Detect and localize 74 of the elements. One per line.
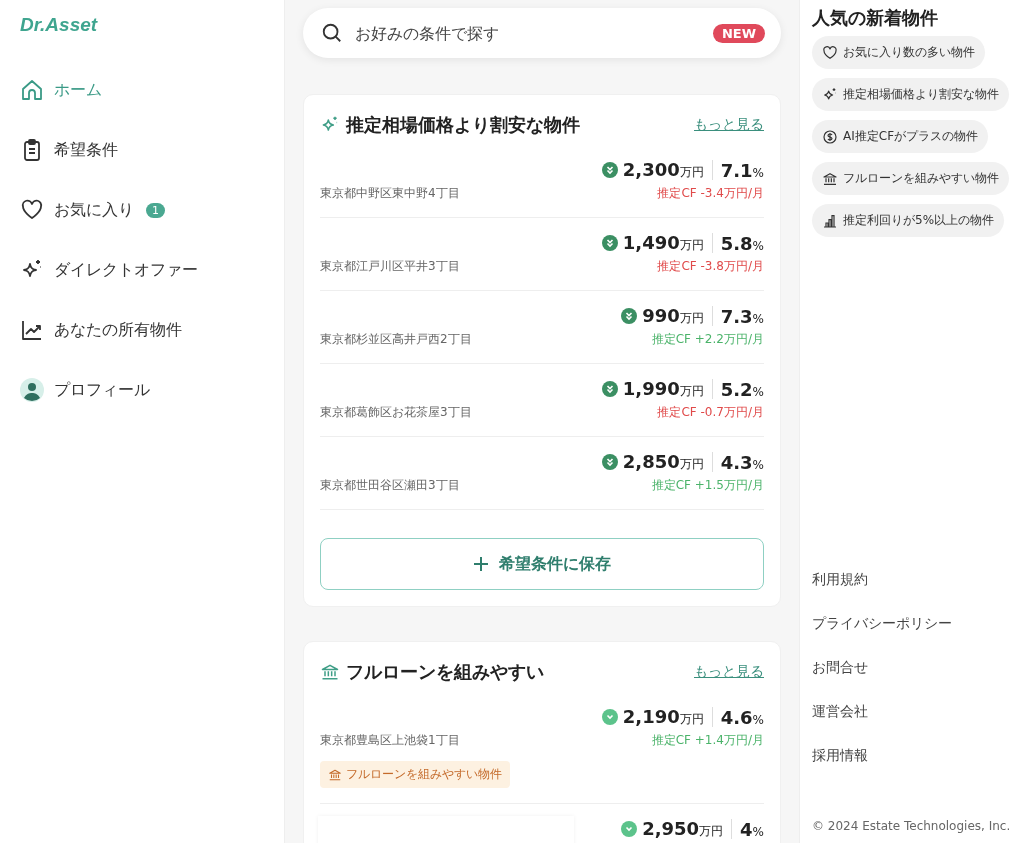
price: 1,990万円 xyxy=(622,378,704,400)
price-down-icon xyxy=(621,821,638,837)
search-field[interactable]: お好みの条件で探す xyxy=(353,22,703,44)
cash-flow: 推定CF +1.5万円/月 xyxy=(650,477,764,494)
price: 2,850万円 xyxy=(622,451,704,473)
nav-item[interactable]: お気に入り 1 xyxy=(20,194,264,226)
home-icon xyxy=(20,78,44,102)
search-icon xyxy=(321,22,343,44)
address: 東京都豊島区上池袋1丁目 xyxy=(320,732,461,749)
yield-rate: 4.6% xyxy=(720,706,764,728)
heart-icon xyxy=(822,44,838,61)
price: 2,300万円 xyxy=(622,159,704,181)
cash-flow: 推定CF +1.4万円/月 xyxy=(650,732,764,749)
filter-chip[interactable]: 推定利回りが5%以上の物件 xyxy=(812,204,1005,237)
cash-flow: 推定CF +2.2万円/月 xyxy=(650,331,764,348)
nav-item[interactable]: ホーム xyxy=(20,74,264,106)
avatar-icon xyxy=(20,378,44,402)
nav-item[interactable]: あなたの所有物件 xyxy=(20,314,264,346)
sparkle-icon xyxy=(822,86,838,103)
address: 東京都葛飾区お花茶屋3丁目 xyxy=(320,404,473,421)
yield-rate: 5.2% xyxy=(720,378,764,400)
footer-link[interactable]: 利用規約 xyxy=(812,571,868,589)
price-down-icon xyxy=(621,308,638,324)
price: 990万円 xyxy=(642,305,704,327)
bank-icon xyxy=(320,662,340,682)
yield-rate: 7.1% xyxy=(720,159,764,181)
new-badge: NEW xyxy=(712,23,765,43)
price-down-icon xyxy=(601,709,618,725)
bar-chart-icon xyxy=(822,212,838,229)
footer-link[interactable]: 採用情報 xyxy=(812,747,868,765)
price: 2,950万円 xyxy=(642,818,724,840)
search-field[interactable]: お好みの条件で探す NEW xyxy=(303,8,781,58)
save-conditions-button[interactable]: 希望条件に保存 xyxy=(320,538,764,590)
more-link[interactable]: もっと見る xyxy=(694,663,764,681)
more-link[interactable]: もっと見る xyxy=(694,116,764,134)
filter-chip[interactable]: 推定相場価格より割安な物件 xyxy=(812,78,1009,111)
price: 2,190万円 xyxy=(622,706,704,728)
filter-chip[interactable]: フルローンを組みやすい物件 xyxy=(812,162,1009,195)
filter-chip[interactable]: AI推定CFがプラスの物件 xyxy=(812,120,989,153)
feature-tag: フルローンを組みやすい物件 xyxy=(320,761,510,788)
nav-item[interactable]: 希望条件 xyxy=(20,134,264,166)
copyright: © 2024 Estate Technologies, Inc. xyxy=(812,819,1012,833)
plus-icon xyxy=(473,556,489,572)
cash-flow: 推定CF -0.7万円/月 xyxy=(656,404,764,421)
cash-flow: 推定CF -3.8万円/月 xyxy=(656,258,764,275)
price-down-icon xyxy=(601,381,618,397)
price-down-icon xyxy=(601,162,618,178)
footer-link[interactable]: 運営会社 xyxy=(812,703,868,721)
dollar-coin-icon xyxy=(822,128,838,145)
popular-title: 人気の新着物件 xyxy=(812,6,939,30)
section-title: 推定相場価格より割安な物件 xyxy=(346,113,580,137)
cash-flow: 推定CF -3.4万円/月 xyxy=(656,185,764,202)
count-badge: 1 xyxy=(146,202,165,218)
bank-icon xyxy=(328,767,342,782)
address: 東京都中野区東中野4丁目 xyxy=(320,185,461,202)
nav-item[interactable]: ダイレクトオファー xyxy=(20,254,264,286)
filter-chip[interactable]: お気に入り数の多い物件 xyxy=(812,36,985,69)
bank-icon xyxy=(822,170,838,187)
nav-item[interactable]: プロフィール xyxy=(20,374,264,406)
yield-rate: 5.8% xyxy=(720,232,764,254)
yield-rate: 7.3% xyxy=(720,305,764,327)
address: 東京都江戸川区平井3丁目 xyxy=(320,258,461,275)
heart-icon xyxy=(20,198,44,222)
price: 1,490万円 xyxy=(622,232,704,254)
yield-rate: 4.3% xyxy=(720,451,764,473)
footer-link[interactable]: お問合せ xyxy=(812,659,868,677)
section-title: フルローンを組みやすい xyxy=(346,660,544,684)
price-down-icon xyxy=(601,235,618,251)
price-down-icon xyxy=(601,454,618,470)
line-chart-icon xyxy=(20,318,44,342)
yield-rate: 4% xyxy=(740,818,764,840)
footer-link[interactable]: プライバシーポリシー xyxy=(812,615,952,633)
address: 東京都杉並区高井戸西2丁目 xyxy=(320,331,473,348)
address: 東京都世田谷区瀬田3丁目 xyxy=(320,477,461,494)
